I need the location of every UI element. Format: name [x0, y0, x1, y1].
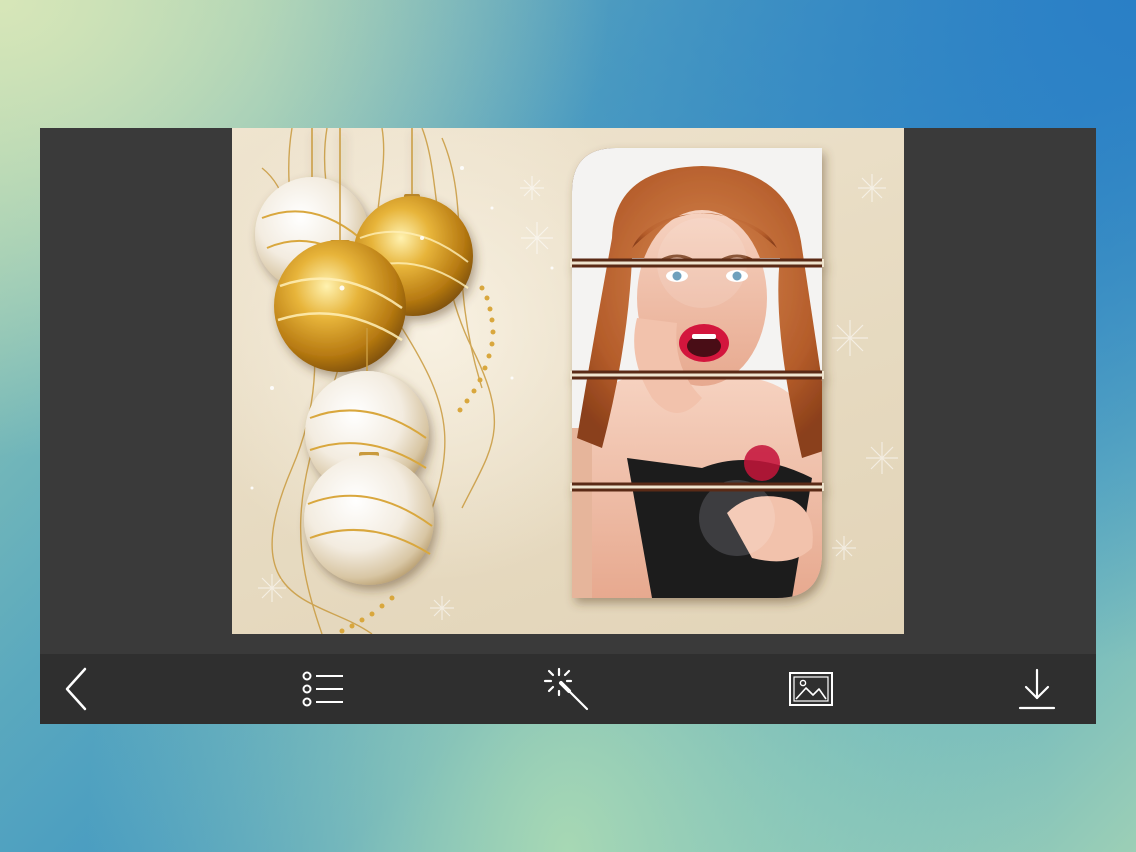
frames-list-button[interactable] [298, 664, 348, 714]
magic-wand-icon [543, 667, 589, 711]
back-button[interactable] [52, 664, 102, 714]
chevron-left-icon [65, 667, 87, 711]
list-icon [302, 671, 343, 707]
effects-button[interactable] [542, 664, 592, 714]
bottom-toolbar [40, 654, 1096, 724]
gallery-button[interactable] [786, 664, 836, 714]
photo-frame-canvas[interactable] [232, 128, 904, 634]
editor-window [40, 128, 1096, 724]
frame-artwork [250, 128, 898, 634]
ornaments [255, 128, 473, 585]
save-button[interactable] [1012, 664, 1062, 714]
image-icon [789, 672, 833, 706]
download-icon [1018, 668, 1056, 710]
photo-collage [570, 148, 824, 598]
